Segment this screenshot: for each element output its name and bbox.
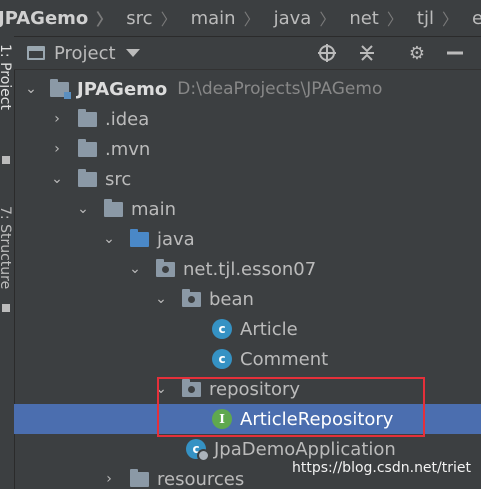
package-icon — [182, 288, 201, 307]
tree-item-idea[interactable]: › .idea — [14, 104, 481, 134]
breadcrumb-label: esson07 — [472, 8, 481, 29]
tree-item-bean[interactable]: ⌄ bean — [14, 284, 481, 314]
chevron-right-icon[interactable]: › — [102, 471, 116, 487]
chevron-right-icon: 〉 — [160, 10, 177, 29]
breadcrumb: JPAGemo 〉 src 〉 main 〉 java 〉 net 〉 tjl 〉 esso… — [0, 0, 481, 37]
source-folder-icon — [130, 228, 149, 247]
tree-item-package[interactable]: ⌄ net.tjl.esson07 — [14, 254, 481, 284]
tree-item-label: src — [105, 168, 132, 190]
tree-item-project-root[interactable]: ⌄ JPAGemo D:\deaProjects\JPAGemo — [14, 74, 481, 104]
hide-icon[interactable] — [444, 43, 466, 65]
tree-item-article[interactable]: c Article — [14, 314, 481, 344]
folder-icon — [78, 108, 97, 127]
module-folder-icon — [50, 78, 71, 99]
breadcrumb-item-esson07[interactable]: esson07〉 — [472, 0, 481, 36]
tree-item-label: Comment — [240, 348, 329, 370]
tree-item-label: repository — [209, 378, 301, 400]
breadcrumb-item-project[interactable]: JPAGemo 〉 — [0, 0, 126, 36]
collapse-all-icon[interactable] — [356, 43, 378, 65]
chevron-right-icon[interactable]: › — [50, 111, 64, 127]
project-panel-header: Project ⚙ — [14, 37, 481, 70]
chevron-right-icon: 〉 — [96, 10, 113, 29]
chevron-down-icon[interactable]: ⌄ — [24, 81, 38, 97]
folder-icon — [104, 198, 123, 217]
tree-item-comment[interactable]: c Comment — [14, 344, 481, 374]
tree-item-mvn[interactable]: › .mvn — [14, 134, 481, 164]
chevron-right-icon[interactable]: › — [50, 141, 64, 157]
tree-item-article-repository[interactable]: I ArticleRepository — [14, 404, 481, 434]
breadcrumb-label: src — [126, 7, 153, 29]
tree-item-label: resources — [157, 468, 245, 489]
structure-tab-marker-icon — [2, 304, 10, 312]
breadcrumb-item-java[interactable]: java 〉 — [274, 0, 350, 36]
package-icon — [156, 258, 175, 277]
package-icon — [182, 378, 201, 397]
structure-tool-tab[interactable]: 7: Structure — [0, 206, 13, 289]
breadcrumb-label: JPAGemo — [0, 7, 89, 29]
project-tab-marker-icon — [2, 156, 10, 164]
tree-item-label: net.tjl.esson07 — [183, 258, 317, 280]
project-view-icon — [27, 46, 45, 60]
breadcrumb-label: tjl — [416, 7, 434, 29]
project-tree: ⌄ JPAGemo D:\deaProjects\JPAGemo › .idea… — [14, 70, 481, 489]
breadcrumb-label: net — [349, 7, 379, 29]
project-path: D:\deaProjects\JPAGemo — [177, 79, 383, 99]
tree-item-label: JPAGemo — [77, 78, 168, 100]
chevron-down-icon[interactable]: ⌄ — [154, 291, 168, 307]
tree-item-label: ArticleRepository — [240, 408, 394, 430]
interface-icon: I — [212, 409, 232, 429]
tree-item-label: main — [131, 198, 176, 220]
class-icon: c — [212, 349, 232, 369]
tree-item-label: bean — [209, 288, 254, 310]
breadcrumb-item-src[interactable]: src 〉 — [126, 0, 190, 36]
tree-item-label: Article — [240, 318, 298, 340]
tree-item-label: JpaDemoApplication — [214, 438, 396, 460]
breadcrumb-item-net[interactable]: net 〉 — [349, 0, 417, 36]
breadcrumb-label: main — [190, 7, 236, 29]
watermark: https://blog.csdn.net/triet — [292, 460, 471, 476]
chevron-right-icon: 〉 — [243, 10, 260, 29]
tree-item-label: .mvn — [105, 138, 151, 160]
folder-icon — [78, 168, 97, 187]
spring-boot-app-icon: c — [186, 439, 210, 462]
gear-icon[interactable]: ⚙ — [406, 43, 428, 65]
dropdown-caret-icon[interactable] — [125, 49, 140, 57]
tree-item-label: java — [157, 228, 195, 250]
locate-icon[interactable] — [316, 43, 338, 65]
chevron-right-icon: 〉 — [441, 10, 458, 29]
chevron-down-icon[interactable]: ⌄ — [154, 381, 168, 397]
tree-item-src[interactable]: ⌄ src — [14, 164, 481, 194]
chevron-down-icon[interactable]: ⌄ — [128, 261, 142, 277]
project-tool-tab[interactable]: 1: Project — [0, 44, 13, 110]
tool-window-strip: 1: Project 7: Structure — [0, 36, 15, 489]
chevron-right-icon: 〉 — [319, 10, 336, 29]
tree-item-repository[interactable]: ⌄ repository — [14, 374, 481, 404]
breadcrumb-item-main[interactable]: main 〉 — [191, 0, 274, 36]
chevron-right-icon: 〉 — [386, 10, 403, 29]
tree-item-java[interactable]: ⌄ java — [14, 224, 481, 254]
panel-title[interactable]: Project — [54, 43, 116, 64]
folder-icon — [78, 138, 97, 157]
tree-item-main[interactable]: ⌄ main — [14, 194, 481, 224]
breadcrumb-item-tjl[interactable]: tjl 〉 — [417, 0, 472, 36]
folder-icon — [130, 468, 149, 487]
chevron-down-icon[interactable]: ⌄ — [50, 171, 64, 187]
chevron-down-icon[interactable]: ⌄ — [76, 201, 90, 217]
class-icon: c — [212, 319, 232, 339]
chevron-down-icon[interactable]: ⌄ — [102, 231, 116, 247]
breadcrumb-label: java — [273, 7, 312, 29]
tree-item-label: .idea — [105, 108, 150, 130]
